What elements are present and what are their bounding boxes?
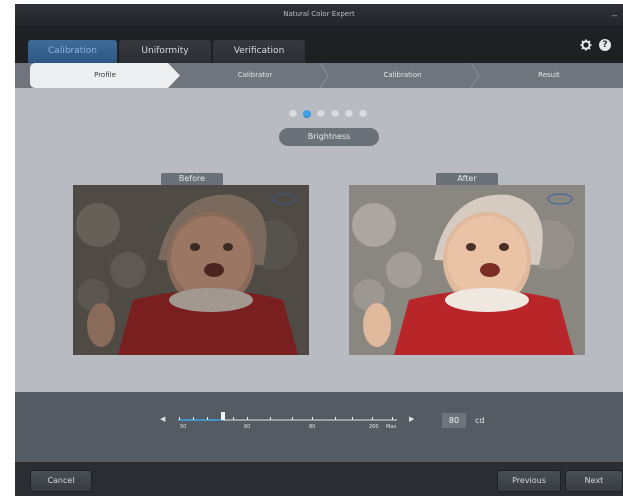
brightness-slider[interactable] — [175, 410, 405, 424]
tab-verification[interactable]: Verification — [213, 40, 305, 63]
brightness-unit: cd — [475, 416, 485, 425]
slider-left-arrow-icon[interactable]: ◀ — [160, 415, 165, 423]
slider-tick — [312, 417, 313, 420]
slider-tick-label: 60 — [244, 424, 251, 430]
slider-tick — [179, 417, 180, 420]
tab-calibration[interactable]: Calibration — [28, 40, 117, 63]
help-icon[interactable]: ? — [599, 39, 611, 51]
slider-tick — [352, 417, 353, 420]
tab-uniformity[interactable]: Uniformity — [119, 40, 211, 63]
after-label: After — [436, 173, 498, 185]
brightness-value-field[interactable]: 80 — [442, 413, 466, 428]
step-profile: Profile — [30, 63, 180, 88]
slider-tick — [193, 417, 194, 420]
step-calibration: Calibration — [383, 71, 422, 79]
progress-dot — [345, 110, 353, 118]
before-label: Before — [161, 173, 223, 185]
slider-tick — [247, 417, 248, 420]
slider-thumb[interactable] — [221, 412, 225, 420]
slider-tick — [335, 417, 336, 420]
slider-tick-label: 80 — [309, 424, 316, 430]
minimize-button[interactable]: _ — [612, 7, 617, 17]
progress-dot — [289, 110, 297, 118]
progress-dot — [317, 110, 325, 118]
next-button[interactable]: Next — [565, 470, 623, 492]
progress-dot — [331, 110, 339, 118]
slider-tick — [207, 417, 208, 420]
step-bar: Profile Calibrator Calibration Result — [15, 63, 623, 88]
step-separator-icon — [319, 63, 329, 88]
slider-tick-label: 50 — [180, 424, 187, 430]
slider-tick-label: Max — [386, 424, 397, 430]
cancel-button[interactable]: Cancel — [30, 470, 92, 492]
slider-panel — [15, 392, 623, 462]
window-title: Natural Color Expert — [283, 10, 355, 18]
slider-tick — [372, 417, 373, 420]
slider-tick — [292, 417, 293, 420]
before-image — [73, 185, 309, 355]
slider-tick-label: 200 — [369, 424, 379, 430]
progress-dot-current — [303, 110, 311, 118]
previous-button[interactable]: Previous — [497, 470, 561, 492]
title-bar[interactable]: Natural Color Expert _ — [15, 4, 623, 26]
slider-tick — [270, 417, 271, 420]
slider-tick — [392, 417, 393, 420]
section-title: Brightness — [279, 128, 379, 146]
gear-icon[interactable] — [580, 39, 592, 51]
slider-right-arrow-icon[interactable]: ▶ — [409, 415, 414, 423]
after-image — [349, 185, 585, 355]
step-result: Result — [538, 71, 560, 79]
step-calibrator: Calibrator — [237, 71, 273, 79]
slider-tick — [233, 417, 234, 420]
progress-dot — [359, 110, 367, 118]
tab-bar: Calibration Uniformity Verification — [15, 26, 623, 63]
